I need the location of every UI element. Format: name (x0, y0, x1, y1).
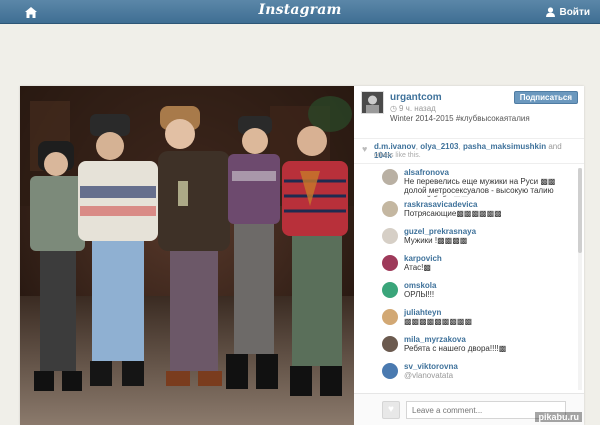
watermark: pikabu.ru (535, 412, 582, 422)
post-caption: Winter 2014-2015 #клубвысокаяталия (390, 114, 530, 123)
comment-username[interactable]: sv_viktorovna (404, 362, 458, 371)
comment-avatar[interactable] (382, 255, 398, 271)
comment-text: ▩▩▩▩▩▩▩▩▩ (404, 317, 473, 326)
list-item: guzel_prekrasnaya Мужики !▩▩▩▩ (354, 225, 576, 252)
comment-avatar[interactable] (382, 169, 398, 185)
list-item: alsafronova Не перевелись еще мужики на … (354, 166, 576, 198)
likes-block: ♥ d.m.ivanov, olya_2103, pasha_maksimush… (354, 138, 584, 164)
comment-username[interactable]: omskola (404, 281, 436, 290)
user-icon (546, 7, 556, 17)
list-item: juliahteyn ▩▩▩▩▩▩▩▩▩ (354, 306, 576, 333)
post-card: urgantcom ◷ 9 ч. назад Winter 2014-2015 … (20, 86, 584, 425)
comment-text: @vlanovatata (404, 371, 454, 380)
list-item: omskola ОРЛЫ!!! (354, 279, 576, 306)
clock-icon: ◷ (390, 104, 397, 113)
post-photo[interactable] (20, 86, 354, 425)
comment-avatar[interactable] (382, 309, 398, 325)
comment-avatar[interactable] (382, 201, 398, 217)
list-item: raskrasavicadevica Потрясающие▩▩▩▩▩▩ (354, 198, 576, 225)
scroll-thumb[interactable] (578, 168, 582, 253)
comment-avatar[interactable] (382, 363, 398, 379)
likes-and: and (548, 142, 562, 151)
heart-icon: ♥ (362, 144, 368, 154)
post-time-text: 9 ч. назад (398, 104, 436, 113)
comment-text: Атас!▩ (404, 263, 431, 272)
comment-avatar[interactable] (382, 228, 398, 244)
comment-text: Мужики !▩▩▩▩ (404, 236, 468, 245)
avatar[interactable] (361, 91, 384, 114)
liker-name[interactable]: pasha_maksimushkin (463, 142, 546, 151)
liker-name[interactable]: d.m.ivanov (374, 142, 416, 151)
comment-footer: ♥ pikabu.ru (354, 393, 584, 425)
avatar-image (362, 92, 383, 113)
post-time: ◷ 9 ч. назад (390, 104, 436, 113)
comment-username[interactable]: karpovich (404, 254, 442, 263)
post-header: urgantcom ◷ 9 ч. назад Winter 2014-2015 … (354, 86, 584, 134)
login-link[interactable]: Войти (546, 4, 590, 20)
list-item: karpovich Атас!▩ (354, 252, 576, 279)
heart-icon: ♥ (388, 404, 394, 415)
liker-name[interactable]: olya_2103 (420, 142, 458, 151)
comment-text: ОРЛЫ!!! (404, 290, 435, 299)
group-photo (20, 86, 354, 425)
comment-username[interactable]: mila_myrzakova (404, 335, 466, 344)
comment-username[interactable]: raskrasavicadevica (404, 200, 477, 209)
comment-avatar[interactable] (382, 336, 398, 352)
comment-username[interactable]: alsafronova (404, 168, 449, 177)
post-sidebar: urgantcom ◷ 9 ч. назад Winter 2014-2015 … (354, 86, 584, 425)
follow-button[interactable]: Подписаться (513, 91, 578, 104)
comment-text: Не перевелись еще мужики на Руси ▩▩ доло… (404, 177, 556, 197)
login-label: Войти (559, 6, 590, 18)
comment-text: Ребята с нашего двора!!!!▩ (404, 344, 507, 353)
list-item: sv_viktorovna @vlanovatata (354, 360, 576, 387)
list-item: mila_myrzakova Ребята с нашего двора!!!!… (354, 333, 576, 360)
post-username[interactable]: urgantcom (390, 92, 442, 103)
comments-list[interactable]: alsafronova Не перевелись еще мужики на … (354, 166, 576, 393)
comment-username[interactable]: guzel_prekrasnaya (404, 227, 476, 236)
top-navbar: Instagram Войти (0, 0, 600, 24)
like-button[interactable]: ♥ (382, 401, 400, 419)
instagram-logo[interactable]: Instagram (0, 2, 600, 18)
comment-avatar[interactable] (382, 282, 398, 298)
likes-suffix: others like this. (374, 152, 421, 159)
comment-username[interactable]: juliahteyn (404, 308, 441, 317)
comment-text: Потрясающие▩▩▩▩▩▩ (404, 209, 502, 218)
comments-scrollbar[interactable] (578, 168, 582, 390)
